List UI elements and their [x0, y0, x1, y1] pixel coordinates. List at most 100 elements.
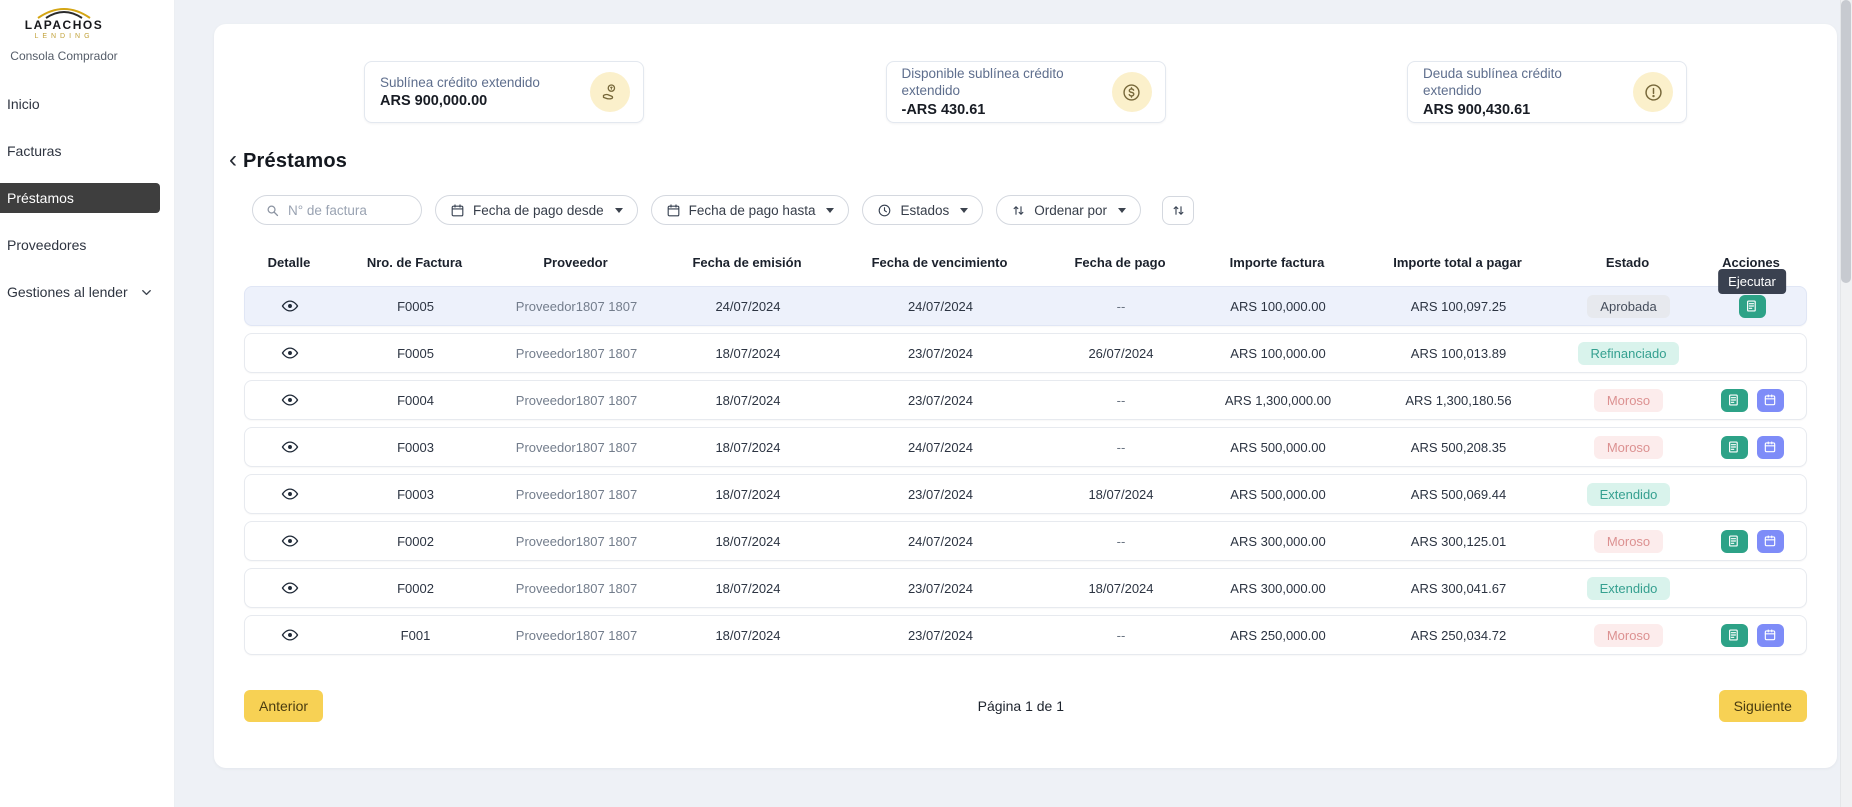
provider-name: Proveedor1807 1807 [496, 581, 657, 596]
sort-by-label: Ordenar por [1034, 203, 1107, 218]
column-header: Importe factura [1199, 255, 1355, 270]
execute-loan-button[interactable] [1721, 389, 1748, 412]
actions-cell [1696, 475, 1808, 513]
view-detail-button[interactable] [279, 342, 301, 364]
view-detail-button[interactable] [279, 483, 301, 505]
detail-cell [245, 389, 335, 411]
back-chevron-icon[interactable]: ‹ [229, 148, 237, 172]
view-detail-button[interactable] [279, 624, 301, 646]
sidebar-item-label: Inicio [7, 96, 40, 112]
previous-page-button[interactable]: Anterior [244, 690, 323, 722]
page-title: Préstamos [243, 150, 347, 173]
status-badge: Moroso [1594, 436, 1663, 459]
total-amount: ARS 300,041.67 [1356, 581, 1561, 596]
eye-icon [281, 391, 299, 409]
issue-date: 18/07/2024 [657, 487, 839, 502]
view-detail-button[interactable] [279, 577, 301, 599]
view-detail-button[interactable] [279, 295, 301, 317]
table-row: F0005Proveedor1807 180724/07/202424/07/2… [244, 286, 1807, 326]
sort-direction-button[interactable] [1162, 196, 1194, 225]
clock-icon [877, 203, 892, 218]
invoice-number: F0003 [335, 487, 496, 502]
calendar-icon [1763, 440, 1777, 454]
main-area: Sublínea crédito extendidoARS 900,000.00… [175, 0, 1852, 807]
installments-button[interactable] [1757, 389, 1784, 412]
sidebar-item-pr-stamos[interactable]: Préstamos [0, 183, 160, 213]
issue-date: 18/07/2024 [657, 534, 839, 549]
issue-date: 18/07/2024 [657, 581, 839, 596]
console-label: Consola Comprador [0, 49, 128, 63]
app-root: LAPACHOS LENDING Consola Comprador Inici… [0, 0, 1852, 807]
payment-date: 18/07/2024 [1042, 487, 1200, 502]
installments-button[interactable] [1757, 624, 1784, 647]
invoice-search-input[interactable] [288, 203, 410, 218]
provider-name: Proveedor1807 1807 [496, 393, 657, 408]
date-to-filter[interactable]: Fecha de pago hasta [651, 195, 850, 225]
states-filter[interactable]: Estados [862, 195, 983, 225]
summary-card-text: Disponible sublínea crédito extendido -AR… [902, 66, 1102, 118]
sidebar: LAPACHOS LENDING Consola Comprador Inici… [0, 0, 175, 807]
actions-cell [1696, 522, 1808, 560]
actions-cell: Ejecutar [1696, 287, 1808, 325]
execute-loan-button[interactable] [1721, 436, 1748, 459]
execute-tooltip: Ejecutar [1718, 269, 1786, 294]
issue-date: 18/07/2024 [657, 393, 839, 408]
execute-loan-button[interactable] [1739, 295, 1766, 318]
summary-card: Sublínea crédito extendidoARS 900,000.00 [364, 61, 644, 123]
provider-name: Proveedor1807 1807 [496, 299, 657, 314]
execute-loan-button[interactable] [1721, 624, 1748, 647]
execute-loan-button[interactable] [1721, 530, 1748, 553]
date-from-label: Fecha de pago desde [473, 203, 604, 218]
payment-date: 26/07/2024 [1042, 346, 1200, 361]
sidebar-item-proveedores[interactable]: Proveedores [0, 230, 174, 260]
chevron-down-icon [1118, 208, 1126, 213]
payment-date: -- [1042, 299, 1200, 314]
page-title-row: ‹ Préstamos [229, 150, 1837, 173]
loans-table: DetalleNro. de FacturaProveedorFecha de … [244, 249, 1807, 655]
chevron-down-icon [139, 285, 154, 300]
installments-button[interactable] [1757, 530, 1784, 553]
view-detail-button[interactable] [279, 436, 301, 458]
scrollbar-thumb[interactable] [1841, 0, 1851, 283]
total-amount: ARS 500,069.44 [1356, 487, 1561, 502]
sidebar-item-gestiones-al-lender[interactable]: Gestiones al lender [0, 277, 174, 307]
status-badge: Refinanciado [1578, 342, 1680, 365]
detail-cell [245, 624, 335, 646]
actions-cell [1696, 616, 1808, 654]
sidebar-item-inicio[interactable]: Inicio [0, 89, 174, 119]
content-card: Sublínea crédito extendidoARS 900,000.00… [214, 24, 1837, 768]
invoice-search [252, 195, 422, 225]
sort-by-filter[interactable]: Ordenar por [996, 195, 1141, 225]
table-body: F0005Proveedor1807 180724/07/202424/07/2… [244, 286, 1807, 655]
issue-date: 18/07/2024 [657, 628, 839, 643]
due-date: 23/07/2024 [839, 393, 1042, 408]
calendar-icon [450, 203, 465, 218]
summary-card-title: Disponible sublínea crédito extendido [902, 66, 1102, 100]
summary-card: Disponible sublínea crédito extendido -AR… [886, 61, 1166, 123]
next-page-button[interactable]: Siguiente [1719, 690, 1807, 722]
invoice-amount: ARS 100,000.00 [1200, 299, 1356, 314]
column-header: Fecha de pago [1041, 255, 1199, 270]
status-cell: Extendido [1561, 483, 1696, 506]
page-info: Página 1 de 1 [978, 698, 1064, 714]
installments-button[interactable] [1757, 436, 1784, 459]
summary-card-text: Sublínea crédito extendidoARS 900,000.00 [380, 75, 540, 110]
actions-cell [1696, 569, 1808, 607]
scrollbar[interactable] [1840, 0, 1852, 807]
invoice-number: F0002 [335, 581, 496, 596]
view-detail-button[interactable] [279, 530, 301, 552]
summary-card-value: -ARS 430.61 [902, 102, 1102, 118]
view-detail-button[interactable] [279, 389, 301, 411]
sidebar-item-facturas[interactable]: Facturas [0, 136, 174, 166]
chevron-down-icon [960, 208, 968, 213]
payment-date: -- [1042, 534, 1200, 549]
detail-cell [245, 295, 335, 317]
date-from-filter[interactable]: Fecha de pago desde [435, 195, 638, 225]
logo: LAPACHOS LENDING [0, 6, 128, 40]
status-badge: Moroso [1594, 389, 1663, 412]
due-date: 23/07/2024 [839, 346, 1042, 361]
sidebar-item-label: Gestiones al lender [7, 284, 128, 300]
provider-name: Proveedor1807 1807 [496, 628, 657, 643]
states-label: Estados [900, 203, 949, 218]
invoice-amount: ARS 500,000.00 [1200, 440, 1356, 455]
